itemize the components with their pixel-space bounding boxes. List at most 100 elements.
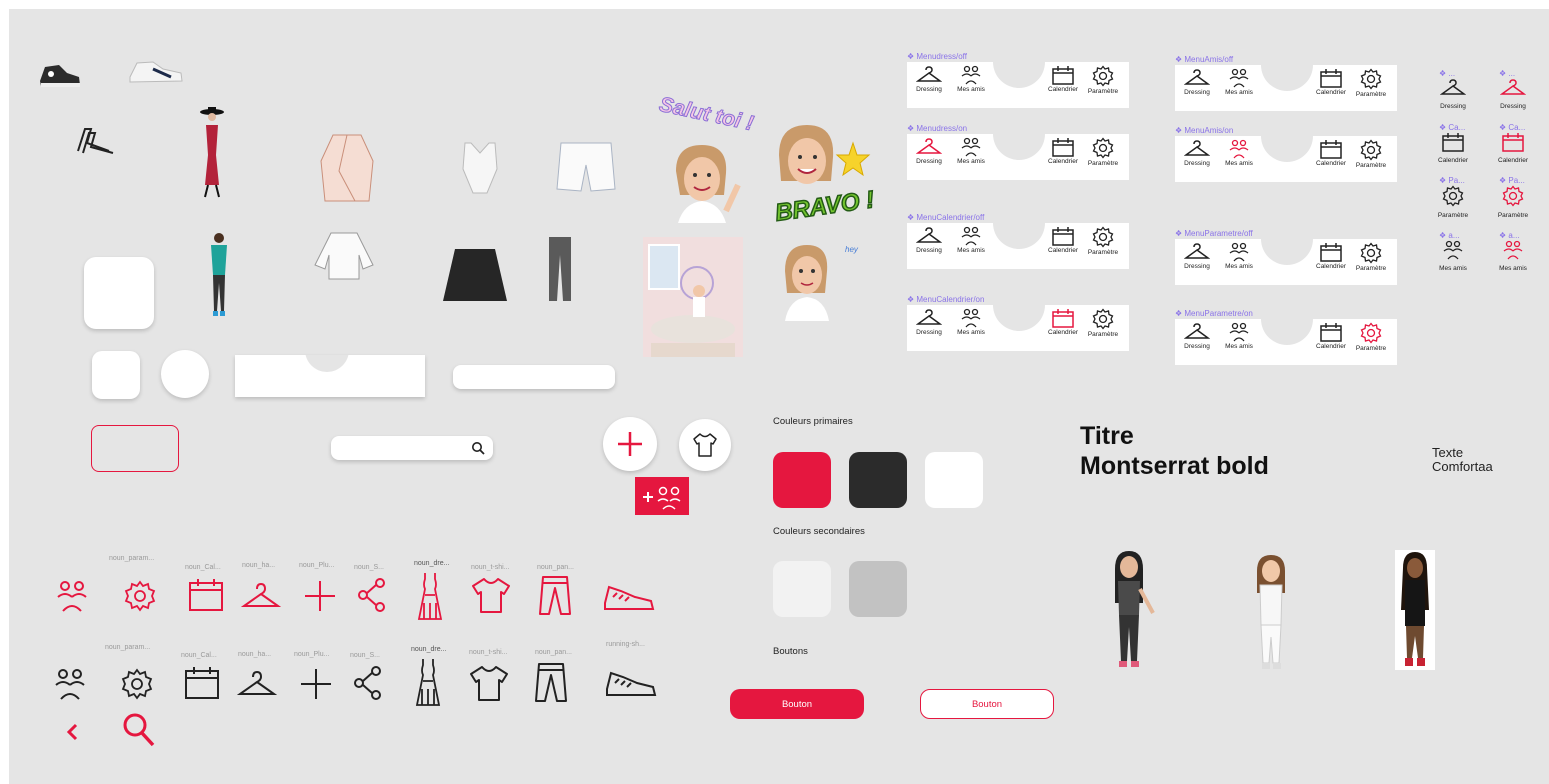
title-line-1: Titre [1080, 422, 1134, 450]
bitmoji-avatar-dark [1115, 551, 1155, 667]
menu-item-dressing[interactable]: Dressing [909, 65, 949, 93]
add-fab-button[interactable] [603, 417, 657, 471]
hanger-icon [241, 582, 281, 607]
menu-item-label: Dressing [916, 329, 942, 336]
menu-variant-label: ❖ MenuAmis/on [1175, 126, 1234, 135]
icon-label: noun_S... [350, 652, 380, 659]
converse-sneaker-image [40, 65, 80, 87]
menu-item-amis[interactable]: Mes amis [1219, 139, 1259, 167]
icon-label: noun_Cal... [181, 652, 217, 659]
icon-label: noun_Cal... [185, 564, 221, 571]
icon-label: noun_dre... [414, 560, 450, 567]
search-bar[interactable] [331, 436, 493, 460]
outline-button[interactable]: Bouton [920, 689, 1054, 719]
menu-item-parametre[interactable]: Paramètre [1083, 308, 1123, 338]
menu-item-calendrier[interactable]: Calendrier [1311, 68, 1351, 96]
gear-icon [1092, 226, 1114, 248]
grey-pants-image [549, 237, 571, 301]
menu-item-dressing[interactable]: Dressing [1177, 242, 1217, 270]
menu-item-parametre[interactable]: Paramètre [1351, 139, 1391, 169]
friends-icon [57, 581, 87, 612]
menu-item-calendrier[interactable]: Calendrier [1043, 226, 1083, 254]
hanger-icon [916, 66, 942, 82]
menu-item-dressing[interactable]: Dressing [909, 308, 949, 336]
menu-item-calendrier[interactable]: Calendrier [1043, 137, 1083, 165]
icon-variant-calendar-off: Calendrier [1433, 132, 1473, 164]
menu-item-dressing[interactable]: Dressing [909, 226, 949, 254]
menu-item-dressing[interactable]: Dressing [909, 137, 949, 165]
icon-variant-calendar-on: Calendrier [1493, 132, 1533, 164]
icon-label: noun_t-shi... [471, 564, 510, 571]
hanger-icon [916, 138, 942, 154]
menu-item-dressing[interactable]: Dressing [1177, 68, 1217, 96]
menu-item-label: Mes amis [957, 86, 985, 93]
back-chevron-icon[interactable] [65, 721, 81, 743]
menu-item-label: Calendrier [1316, 263, 1346, 270]
menu-item-label: Dressing [1184, 89, 1210, 96]
white-top-image [462, 142, 498, 194]
hanger-icon [1184, 243, 1210, 259]
icon-label: noun_pan... [535, 649, 572, 656]
share-icon [358, 578, 385, 612]
menu-item-calendrier[interactable]: Calendrier [1043, 65, 1083, 93]
menu-item-label: Mes amis [957, 329, 985, 336]
icon-label: noun_Plu... [299, 562, 335, 569]
add-friend-button[interactable] [635, 477, 689, 515]
menu-item-dressing[interactable]: Dressing [1177, 139, 1217, 167]
icon-variant-hanger-on: Dressing [1493, 78, 1533, 110]
menu-item-parametre[interactable]: Paramètre [1351, 242, 1391, 272]
menu-variant-label: ❖ MenuCalendrier/off [907, 213, 985, 222]
menu-item-amis[interactable]: Mes amis [1219, 322, 1259, 350]
menu-notch [993, 62, 1045, 88]
menu-item-calendrier[interactable]: Calendrier [1311, 139, 1351, 167]
icon-variant-caption: Dressing [1440, 103, 1466, 110]
dress-icon [417, 573, 443, 620]
text-line-2: Comfortaa [1432, 459, 1493, 474]
icon-label: noun_param... [105, 644, 151, 651]
icon-label: noun_dre... [411, 646, 447, 653]
menu-item-label: Paramètre [1087, 331, 1119, 338]
menu-item-calendrier[interactable]: Calendrier [1311, 322, 1351, 350]
design-canvas: Salut toi ! BRAVO ! hey noun_param... no… [9, 9, 1549, 784]
menu-item-parametre[interactable]: Paramètre [1351, 322, 1391, 352]
teal-outfit-figure [211, 233, 227, 316]
friends-icon [961, 137, 981, 157]
menu-item-amis[interactable]: Mes amis [951, 226, 991, 254]
menu-item-amis[interactable]: Mes amis [1219, 242, 1259, 270]
menu-item-parametre[interactable]: Paramètre [1083, 65, 1123, 95]
menu-item-label: Mes amis [957, 247, 985, 254]
menu-item-label: Mes amis [1225, 160, 1253, 167]
menu-item-label: Paramètre [1087, 249, 1119, 256]
menu-item-parametre[interactable]: Paramètre [1083, 226, 1123, 256]
calendar-icon [1320, 243, 1342, 262]
friends-icon [1229, 139, 1249, 159]
menu-notch [993, 223, 1045, 249]
menu-item-amis[interactable]: Mes amis [951, 137, 991, 165]
white-blouse-image [314, 232, 374, 280]
menu-item-label: Mes amis [1225, 89, 1253, 96]
gear-icon [1360, 242, 1382, 264]
bottom-menu-bar: Dressing Mes amis Calendrier Paramètre [907, 62, 1129, 108]
menu-item-calendrier[interactable]: Calendrier [1043, 308, 1083, 336]
menu-item-label: Calendrier [1048, 329, 1078, 336]
tshirt-fab-button[interactable] [679, 419, 731, 471]
menu-item-amis[interactable]: Mes amis [951, 65, 991, 93]
buttons-title: Boutons [773, 646, 808, 657]
calendar-icon [189, 579, 223, 611]
icon-variant-label: ❖ Ca... [1439, 123, 1466, 132]
friends-icon [961, 226, 981, 246]
friends-icon [1229, 322, 1249, 342]
icon-variant-hanger-off: Dressing [1433, 78, 1473, 110]
secondary-colors-title: Couleurs secondaires [773, 526, 865, 537]
menu-item-dressing[interactable]: Dressing [1177, 322, 1217, 350]
calendar-icon [185, 667, 219, 699]
bottom-menu-bar: Dressing Mes amis Calendrier Paramètre [907, 223, 1129, 269]
menu-item-parametre[interactable]: Paramètre [1351, 68, 1391, 98]
search-icon[interactable] [121, 711, 157, 749]
primary-button[interactable]: Bouton [730, 689, 864, 719]
menu-item-calendrier[interactable]: Calendrier [1311, 242, 1351, 270]
menu-item-amis[interactable]: Mes amis [1219, 68, 1259, 96]
menu-item-parametre[interactable]: Paramètre [1083, 137, 1123, 167]
calendar-icon [1320, 69, 1342, 88]
menu-item-amis[interactable]: Mes amis [951, 308, 991, 336]
